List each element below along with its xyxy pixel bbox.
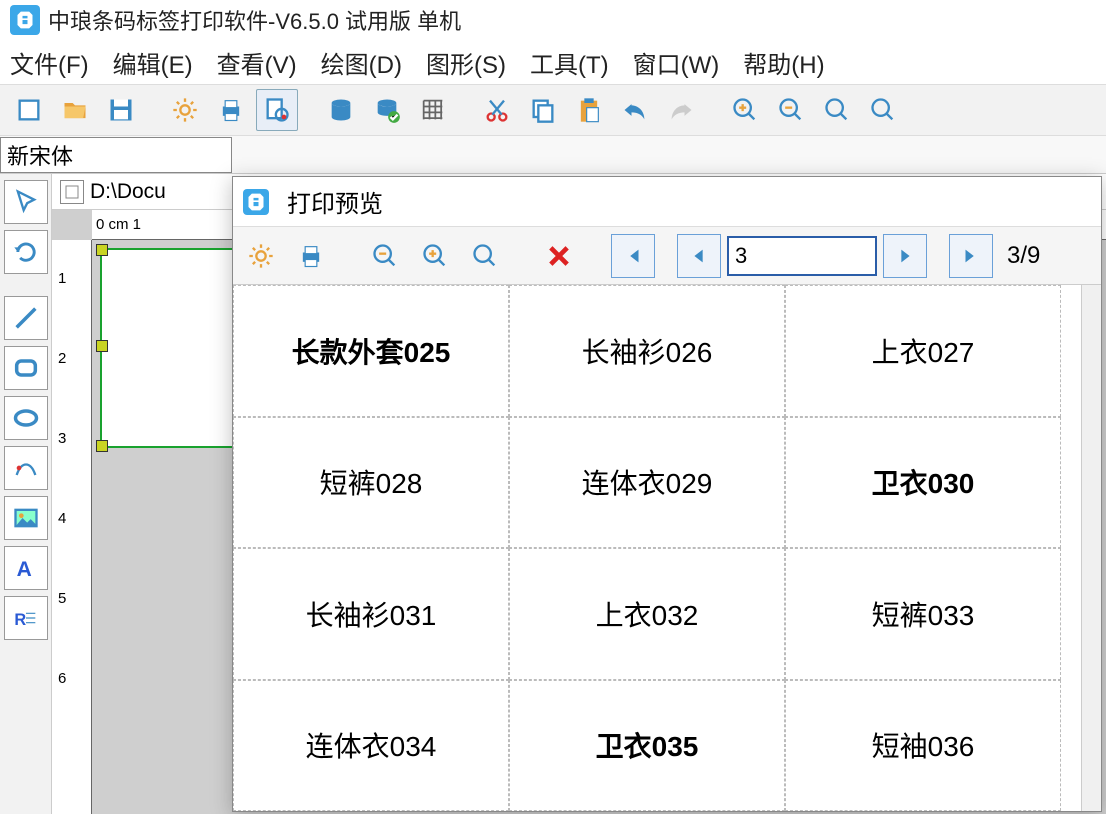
toolbar-separator [146, 89, 160, 131]
zoom-fit-button[interactable] [816, 89, 858, 131]
copy-button[interactable] [522, 89, 564, 131]
preview-zoom-fit-button[interactable] [463, 234, 507, 278]
preview-page: 长款外套025 长袖衫026 上衣027 短裤028 连体衣029 卫衣030 … [233, 285, 1081, 811]
undo-button[interactable] [614, 89, 656, 131]
print-button[interactable] [210, 89, 252, 131]
preview-close-button[interactable] [537, 234, 581, 278]
app-icon [243, 189, 269, 215]
preview-zoom-in-button[interactable] [413, 234, 457, 278]
font-select[interactable] [0, 137, 232, 173]
label-cell: 上衣027 [785, 285, 1061, 417]
preview-title: 打印预览 [287, 184, 383, 219]
database-check-button[interactable] [366, 89, 408, 131]
svg-text:A: A [16, 558, 31, 581]
image-tool[interactable] [4, 496, 48, 540]
rotate-tool[interactable] [4, 230, 48, 274]
menu-draw[interactable]: 绘图(D) [321, 45, 402, 80]
next-page-button[interactable] [883, 234, 927, 278]
label-cell: 长袖衫026 [509, 285, 785, 417]
preview-print-button[interactable] [289, 234, 333, 278]
app-icon [10, 5, 40, 35]
ruler-label: 0 cm 1 [96, 216, 141, 233]
print-preview-dialog: 打印预览 3/9 长款外套025 长袖衫026 上衣027 短裤028 连体衣0… [232, 176, 1102, 812]
label-cell: 短裤028 [233, 417, 509, 549]
toolbar-separator [458, 89, 472, 131]
menu-shape[interactable]: 图形(S) [426, 45, 506, 80]
preview-settings-button[interactable] [239, 234, 283, 278]
redo-button[interactable] [660, 89, 702, 131]
first-page-button[interactable] [611, 234, 655, 278]
rounded-rect-tool[interactable] [4, 346, 48, 390]
curve-tool[interactable] [4, 446, 48, 490]
new-button[interactable] [8, 89, 50, 131]
menu-tool[interactable]: 工具(T) [530, 45, 609, 80]
selection-handle[interactable] [96, 440, 108, 452]
richtext-tool[interactable]: R [4, 596, 48, 640]
label-cell: 连体衣034 [233, 680, 509, 812]
open-button[interactable] [54, 89, 96, 131]
preview-scrollbar[interactable] [1081, 285, 1101, 811]
label-cell: 短袖036 [785, 680, 1061, 812]
label-cell: 长款外套025 [233, 285, 509, 417]
menu-bar: 文件(F) 编辑(E) 查看(V) 绘图(D) 图形(S) 工具(T) 窗口(W… [0, 40, 1106, 84]
line-tool[interactable] [4, 296, 48, 340]
page-number-input[interactable] [727, 236, 877, 276]
doc-icon [60, 180, 84, 204]
label-cell: 短裤033 [785, 548, 1061, 680]
ellipse-tool[interactable] [4, 396, 48, 440]
menu-window[interactable]: 窗口(W) [633, 45, 720, 80]
label-cell: 长袖衫031 [233, 548, 509, 680]
app-title: 中琅条码标签打印软件-V6.5.0 试用版 单机 [48, 4, 461, 36]
menu-help[interactable]: 帮助(H) [743, 45, 824, 80]
cut-button[interactable] [476, 89, 518, 131]
prev-page-button[interactable] [677, 234, 721, 278]
text-tool[interactable]: A [4, 546, 48, 590]
menu-edit[interactable]: 编辑(E) [113, 45, 193, 80]
left-toolbar: A R [0, 174, 52, 814]
paste-button[interactable] [568, 89, 610, 131]
label-cell: 上衣032 [509, 548, 785, 680]
label-grid: 长款外套025 长袖衫026 上衣027 短裤028 连体衣029 卫衣030 … [233, 285, 1061, 811]
ruler-vertical: 1 2 3 4 5 6 [52, 240, 92, 814]
selection-handle[interactable] [96, 340, 108, 352]
selection-handle[interactable] [96, 244, 108, 256]
settings-button[interactable] [164, 89, 206, 131]
preview-button[interactable] [256, 89, 298, 131]
main-toolbar [0, 84, 1106, 136]
label-cell: 卫衣030 [785, 417, 1061, 549]
pointer-tool[interactable] [4, 180, 48, 224]
toolbar-separator [302, 89, 316, 131]
menu-file[interactable]: 文件(F) [10, 45, 89, 80]
zoom-in-button[interactable] [724, 89, 766, 131]
last-page-button[interactable] [949, 234, 993, 278]
label-cell: 卫衣035 [509, 680, 785, 812]
page-count: 3/9 [1007, 242, 1040, 270]
database-button[interactable] [320, 89, 362, 131]
svg-text:R: R [14, 611, 26, 629]
font-bar [0, 136, 1106, 174]
grid-button[interactable] [412, 89, 454, 131]
menu-view[interactable]: 查看(V) [217, 45, 297, 80]
preview-title-bar[interactable]: 打印预览 [233, 177, 1101, 227]
preview-body: 长款外套025 长袖衫026 上衣027 短裤028 连体衣029 卫衣030 … [233, 285, 1101, 811]
preview-toolbar: 3/9 [233, 227, 1101, 285]
save-button[interactable] [100, 89, 142, 131]
label-cell: 连体衣029 [509, 417, 785, 549]
toolbar-separator [706, 89, 720, 131]
left-toolbar-gap [4, 280, 48, 290]
doc-path: D:\Docu [90, 180, 166, 204]
zoom-out-button[interactable] [770, 89, 812, 131]
zoom-1to1-button[interactable] [862, 89, 904, 131]
preview-zoom-out-button[interactable] [363, 234, 407, 278]
title-bar: 中琅条码标签打印软件-V6.5.0 试用版 单机 [0, 0, 1106, 40]
